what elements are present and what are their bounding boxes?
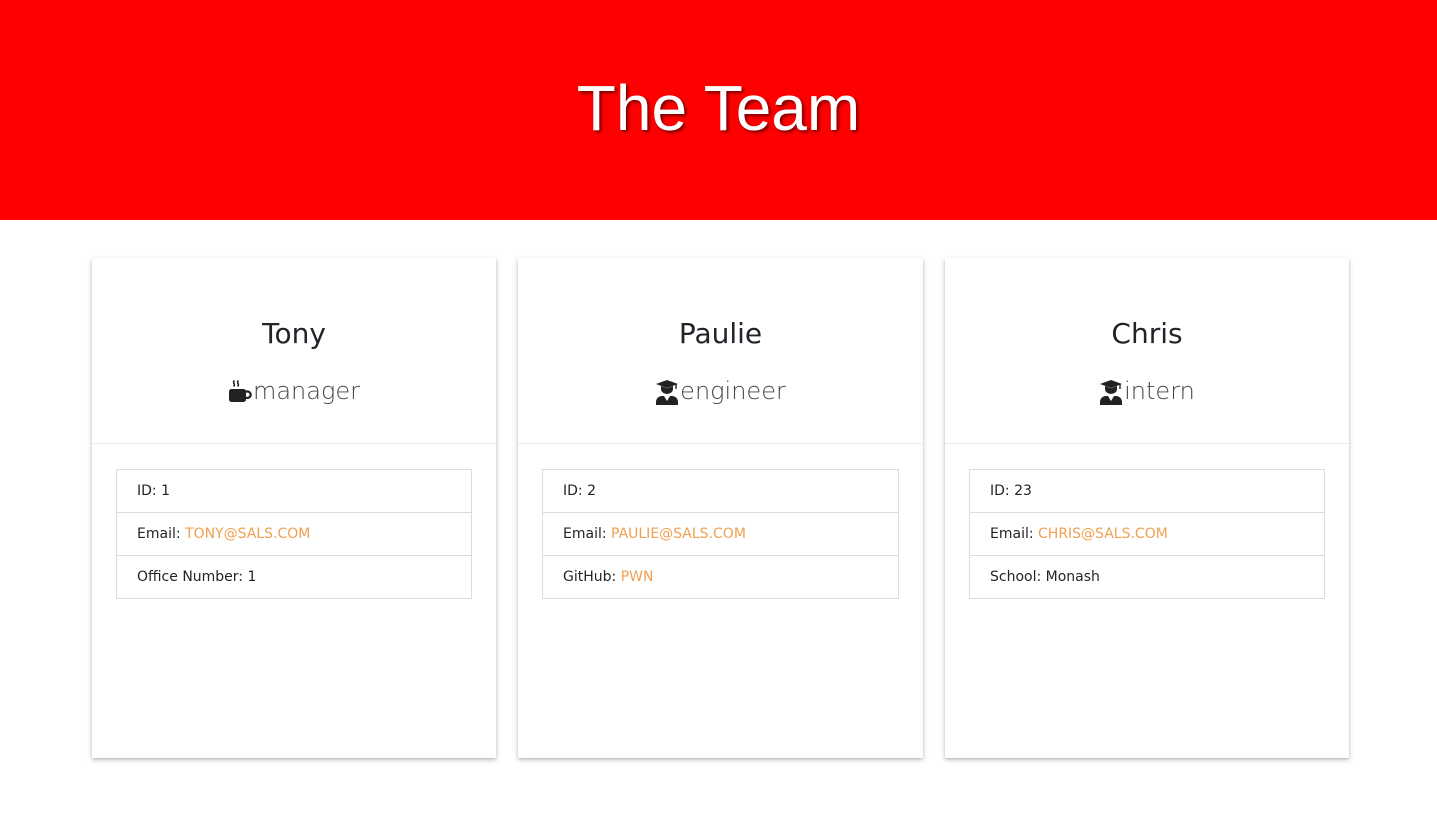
role-label: intern	[1124, 377, 1195, 405]
employee-name: Paulie	[678, 317, 763, 350]
employee-details-list: ID: 1 Email: TONY@SALS.COM Office Number…	[116, 469, 472, 599]
github-link[interactable]: PWN	[621, 569, 654, 585]
employee-card-manager: Tony manager ID: 1 Email: TONY@SALS.COM …	[92, 258, 496, 758]
employee-details-list: ID: 2 Email: PAULIE@SALS.COM GitHub: PWN	[542, 469, 899, 599]
email-label: Email:	[563, 526, 612, 542]
employee-role: engineer	[518, 376, 923, 406]
office-number-value: 1	[247, 569, 257, 585]
employee-details-list: ID: 23 Email: CHRIS@SALS.COM School: Mon…	[969, 469, 1325, 599]
id-label: ID:	[137, 483, 162, 499]
page-header: The Team	[0, 0, 1437, 220]
id-label: ID:	[990, 483, 1015, 499]
school-label: School:	[990, 569, 1046, 585]
office-number-label: Office Number:	[137, 569, 248, 585]
list-item-office-number: Office Number: 1	[117, 556, 471, 598]
employee-role: manager	[92, 376, 496, 406]
email-link[interactable]: CHRIS@SALS.COM	[1038, 526, 1168, 542]
page-title: The Team	[576, 72, 861, 144]
card-header: Chris intern	[945, 258, 1349, 444]
employee-card-intern: Chris intern ID: 23 Email: CHRIS@SALS.CO…	[945, 258, 1349, 758]
employee-role: intern	[945, 376, 1349, 406]
employee-card-engineer: Paulie engineer ID: 2 Email: PAULIE@SALS…	[518, 258, 923, 758]
employee-name: Chris	[1111, 317, 1183, 350]
card-header: Paulie engineer	[518, 258, 923, 444]
email-label: Email:	[990, 526, 1039, 542]
id-value: 2	[587, 483, 596, 499]
list-item-id: ID: 2	[543, 470, 898, 513]
card-header: Tony manager	[92, 258, 496, 444]
email-link[interactable]: TONY@SALS.COM	[185, 526, 310, 542]
id-value: 1	[161, 483, 170, 499]
coffee-mug-icon	[228, 379, 252, 405]
email-link[interactable]: PAULIE@SALS.COM	[611, 526, 746, 542]
email-label: Email:	[137, 526, 186, 542]
graduate-user-icon	[1099, 379, 1123, 405]
list-item-email: Email: PAULIE@SALS.COM	[543, 513, 898, 556]
school-value: Monash	[1045, 569, 1100, 585]
graduate-user-icon	[655, 379, 679, 405]
list-item-id: ID: 23	[970, 470, 1324, 513]
role-label: engineer	[680, 377, 786, 405]
github-label: GitHub:	[563, 569, 621, 585]
list-item-github: GitHub: PWN	[543, 556, 898, 598]
list-item-id: ID: 1	[117, 470, 471, 513]
list-item-email: Email: CHRIS@SALS.COM	[970, 513, 1324, 556]
id-value: 23	[1014, 483, 1032, 499]
list-item-email: Email: TONY@SALS.COM	[117, 513, 471, 556]
list-item-school: School: Monash	[970, 556, 1324, 598]
id-label: ID:	[563, 483, 588, 499]
role-label: manager	[252, 377, 361, 405]
employee-name: Tony	[262, 317, 326, 350]
